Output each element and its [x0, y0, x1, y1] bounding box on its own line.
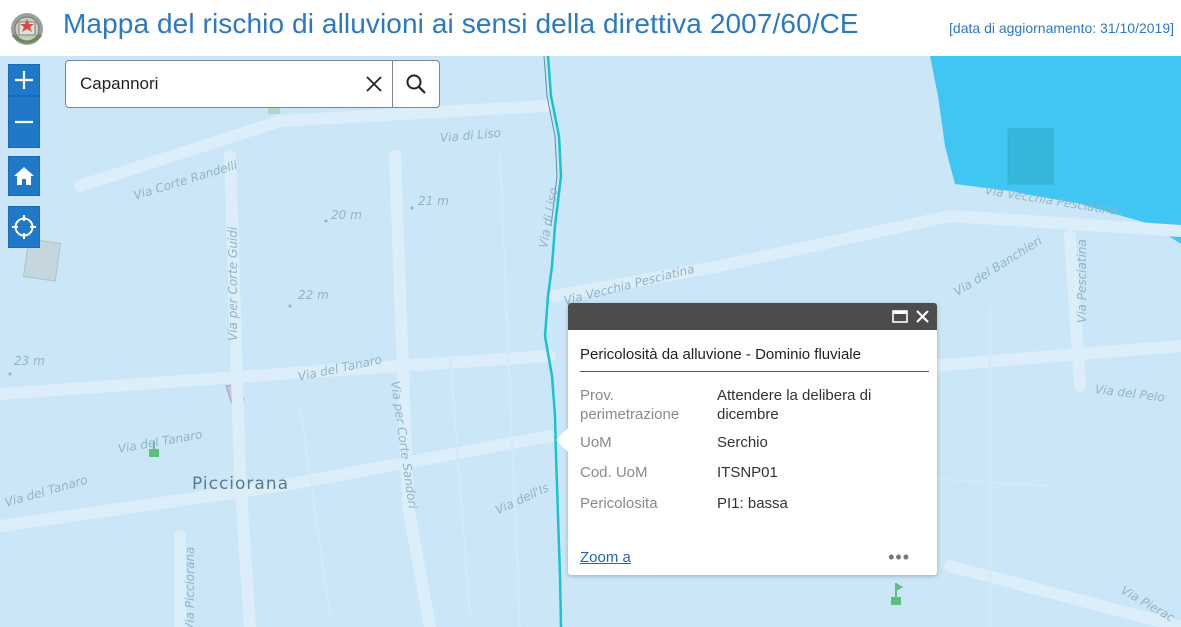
elevation-label: 21 m [418, 194, 449, 208]
plus-icon [15, 71, 33, 89]
zoom-out-button[interactable] [8, 96, 40, 148]
popup-pointer [556, 428, 568, 452]
clear-search-button[interactable] [356, 61, 392, 107]
search-input[interactable] [80, 73, 360, 95]
attribute-key: Pericolosita [580, 495, 658, 512]
search-box [65, 60, 440, 108]
attribute-row: UoM Serchio [580, 433, 929, 453]
elevation-label: 22 m [298, 288, 329, 302]
zoom-in-button[interactable] [8, 64, 40, 96]
street-label: Via Picciorana [183, 546, 197, 627]
home-button[interactable] [8, 156, 40, 196]
attribute-key: UoM [580, 434, 612, 451]
attribute-value: PI1: bassa [717, 495, 788, 512]
locate-button[interactable] [8, 206, 40, 248]
attribute-row: Pericolosita PI1: bassa [580, 494, 929, 514]
attribute-value: ITSNP01 [717, 464, 778, 481]
locate-icon [12, 215, 36, 239]
close-icon[interactable] [915, 309, 930, 324]
attribute-value: Attendere la delibera di dicembre [717, 387, 872, 423]
app-header: Mappa del rischio di alluvioni ai sensi … [0, 0, 1181, 56]
update-date: [data di aggiornamento: 31/10/2019] [949, 20, 1174, 36]
page-title: Mappa del rischio di alluvioni ai sensi … [63, 8, 859, 39]
popup-header [568, 303, 937, 330]
street-label: Via per Corte Guidi [226, 226, 240, 341]
home-icon [14, 167, 34, 185]
elevation-label: 23 m [14, 354, 45, 368]
street-label: Via Pesciatina [1075, 239, 1089, 323]
search-button[interactable] [393, 61, 439, 107]
elevation-label: 20 m [331, 208, 362, 222]
minus-icon [15, 120, 33, 124]
popup-title: Pericolosità da alluvione - Dominio fluv… [580, 346, 861, 363]
more-actions-button[interactable]: ••• [888, 547, 910, 568]
attribute-key: Prov. perimetrazione [580, 387, 680, 423]
search-icon [406, 74, 426, 94]
attribute-row: Cod. UoM ITSNP01 [580, 463, 929, 483]
attribute-value: Serchio [717, 434, 768, 451]
italian-republic-emblem-icon [11, 13, 43, 45]
attribute-row: Prov. perimetrazione Attendere la delibe… [580, 386, 929, 426]
maximize-icon[interactable] [892, 310, 908, 323]
feature-popup: Pericolosità da alluvione - Dominio fluv… [556, 303, 937, 575]
close-icon [366, 76, 382, 92]
place-label: Picciorana [192, 474, 290, 494]
popup-divider [580, 371, 929, 372]
attribute-key: Cod. UoM [580, 464, 648, 481]
zoom-to-link[interactable]: Zoom a [580, 549, 631, 566]
